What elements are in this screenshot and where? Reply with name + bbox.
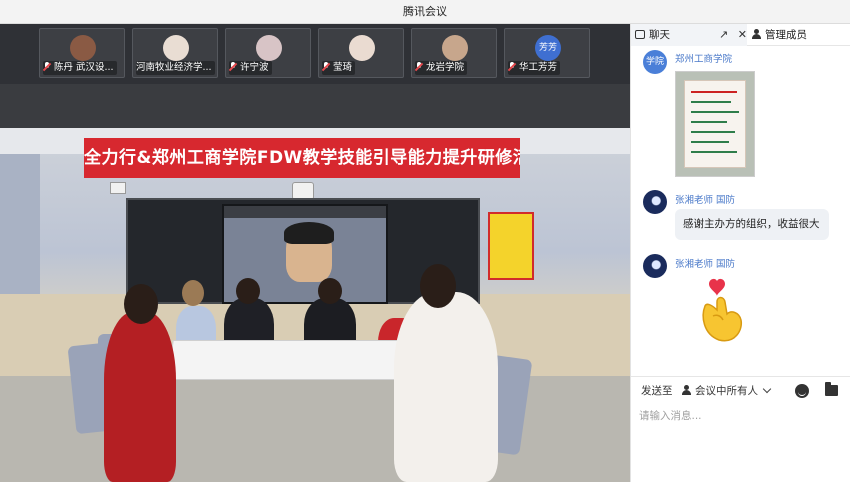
avatar bbox=[442, 35, 468, 61]
participant-tile[interactable]: 河南牧业经济学... bbox=[132, 28, 218, 78]
chevron-down-icon bbox=[762, 384, 772, 394]
avatar bbox=[256, 35, 282, 61]
participant-name: 龙岩学院 bbox=[426, 62, 465, 73]
person-icon bbox=[681, 385, 691, 395]
popout-icon[interactable]: ↗ bbox=[719, 28, 728, 41]
avatar: 芳芳 bbox=[535, 35, 561, 61]
wall-poster bbox=[488, 212, 534, 280]
avatar bbox=[643, 254, 667, 278]
send-bar: 发送至 会议中所有人 bbox=[631, 376, 850, 404]
panel-tabs: 聊天 ↗ ✕ 管理成员 bbox=[631, 24, 850, 46]
mic-muted-icon bbox=[508, 62, 516, 71]
members-icon bbox=[751, 29, 761, 39]
avatar bbox=[163, 35, 189, 61]
message-sender: 张湘老师 国防 bbox=[675, 195, 736, 206]
participant-name: 华工芳芳 bbox=[519, 62, 558, 73]
avatar bbox=[70, 35, 96, 61]
participant-tile[interactable]: 芳芳 华工芳芳 bbox=[504, 28, 590, 78]
meeting-table bbox=[167, 340, 417, 380]
avatar bbox=[643, 190, 667, 214]
mic-muted-icon bbox=[322, 62, 330, 71]
chat-icon bbox=[635, 30, 645, 39]
participant-name: 陈丹 武汉设... bbox=[54, 62, 114, 73]
file-button[interactable] bbox=[825, 382, 838, 396]
participant-name: 莹琦 bbox=[333, 62, 353, 73]
message-sender: 张湘老师 国防 bbox=[675, 259, 736, 270]
participant-tile[interactable]: 许宁波 bbox=[225, 28, 311, 78]
image-message[interactable] bbox=[675, 71, 755, 177]
text-message: 感谢主办方的组织，收益很大 bbox=[675, 209, 829, 240]
tab-members[interactable]: 管理成员 bbox=[751, 24, 807, 46]
participant-strip: 陈丹 武汉设... 河南牧业经济学... 许宁波 莹琦 龙岩学院 芳芳 华工芳芳 bbox=[0, 24, 630, 84]
participant-name: 河南牧业经济学... bbox=[136, 62, 212, 73]
participant-tile[interactable]: 龙岩学院 bbox=[411, 28, 497, 78]
participant-tile[interactable]: 莹琦 bbox=[318, 28, 404, 78]
message-input[interactable] bbox=[639, 406, 843, 426]
participant-name: 许宁波 bbox=[240, 62, 269, 73]
window-title: 腾讯会议 bbox=[0, 0, 850, 24]
heart-hand-icon bbox=[702, 278, 743, 342]
chat-panel: 聊天 ↗ ✕ 管理成员 学院 郑州工商学院 张湘老师 国防 感谢主办方的组织，收… bbox=[630, 24, 850, 482]
avatar: 学院 bbox=[643, 50, 667, 74]
video-top-band bbox=[0, 84, 630, 128]
participant-tile[interactable]: 陈丹 武汉设... bbox=[39, 28, 125, 78]
message-sender: 郑州工商学院 bbox=[675, 54, 733, 65]
send-to-label: 发送至 bbox=[641, 385, 673, 397]
main-video: 全力行&郑州工商学院FDW教学技能引导能力提升研修活动 bbox=[0, 128, 630, 482]
mic-muted-icon bbox=[415, 62, 423, 71]
video-stage: 陈丹 武汉设... 河南牧业经济学... 许宁波 莹琦 龙岩学院 芳芳 华工芳芳… bbox=[0, 24, 630, 482]
video-banner: 全力行&郑州工商学院FDW教学技能引导能力提升研修活动 bbox=[84, 138, 520, 178]
close-icon[interactable]: ✕ bbox=[738, 28, 747, 41]
send-target-dropdown[interactable]: 会议中所有人 bbox=[681, 377, 772, 405]
mic-muted-icon bbox=[43, 62, 51, 71]
mic-muted-icon bbox=[229, 62, 237, 71]
emoji-button[interactable] bbox=[795, 384, 809, 398]
avatar bbox=[349, 35, 375, 61]
